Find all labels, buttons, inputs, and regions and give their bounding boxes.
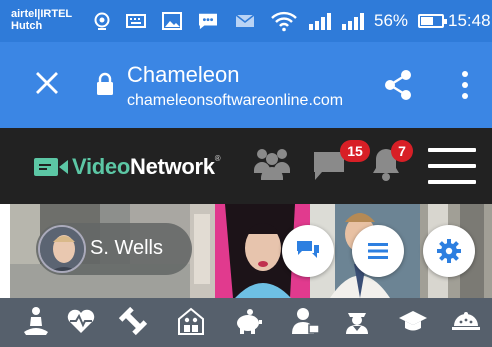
site-header: VideoNetwork® xyxy=(0,128,492,204)
carrier-line-1: airtel|IRTEL xyxy=(11,8,73,20)
battery-level-fill xyxy=(421,17,434,25)
settings-button[interactable] xyxy=(423,225,475,277)
close-icon[interactable] xyxy=(34,70,60,96)
user-avatar[interactable] xyxy=(38,225,86,273)
logo-text-video: Video xyxy=(72,154,131,179)
chat-button[interactable] xyxy=(282,225,334,277)
user-name: S. Wells xyxy=(90,237,163,259)
lock-icon xyxy=(97,72,113,95)
chat-icon xyxy=(199,13,217,30)
wifi-icon xyxy=(271,11,297,32)
battery-icon xyxy=(418,14,447,28)
people-icon[interactable] xyxy=(254,146,290,180)
hamburger-line xyxy=(428,164,476,168)
list-menu-button[interactable] xyxy=(352,225,404,277)
signal-1-icon xyxy=(309,13,331,30)
mail-icon xyxy=(235,14,255,27)
share-icon[interactable] xyxy=(383,69,413,101)
notifications-badge: 7 xyxy=(391,140,413,162)
chat-bubbles-icon xyxy=(297,241,319,258)
browser-toolbar: Chameleon chameleonsoftwareonline.com xyxy=(0,42,492,128)
gear-icon xyxy=(437,239,461,263)
more-options-icon[interactable] xyxy=(455,70,475,100)
keyboard-icon xyxy=(126,14,146,28)
hotspot-icon xyxy=(94,12,110,30)
battery-percent: 56% xyxy=(374,11,409,30)
dumbbell-icon[interactable] xyxy=(118,306,148,336)
food-platter-icon[interactable] xyxy=(451,306,481,336)
video-camera-logo-icon xyxy=(34,158,68,176)
logo-trademark: ® xyxy=(214,154,221,163)
page-url-text: chameleonsoftwareonline.com xyxy=(127,92,344,109)
status-bar: airtel|IRTEL Hutch 56% 15:48 xyxy=(0,0,492,42)
page-url[interactable]: chameleonsoftwareonline.com xyxy=(127,92,357,110)
hamburger-line xyxy=(428,148,476,152)
officer-icon[interactable] xyxy=(342,306,372,336)
business-user-icon[interactable] xyxy=(290,306,320,336)
carrier-label: airtel|IRTEL Hutch xyxy=(11,8,72,32)
messages-badge: 15 xyxy=(340,140,370,162)
hamburger-menu-icon[interactable] xyxy=(428,148,476,184)
gallery-icon xyxy=(162,12,182,30)
meditation-icon[interactable] xyxy=(21,306,51,336)
list-icon xyxy=(368,243,388,259)
heart-pulse-icon[interactable] xyxy=(66,306,96,336)
signal-2-icon xyxy=(342,13,364,30)
site-logo[interactable]: VideoNetwork® xyxy=(33,154,221,180)
family-home-icon[interactable] xyxy=(176,306,206,336)
piggy-bank-icon[interactable] xyxy=(233,306,263,336)
page-title: Chameleon xyxy=(127,62,240,87)
logo-text: VideoNetwork® xyxy=(72,154,221,180)
logo-text-network: Network xyxy=(130,154,215,179)
hamburger-line xyxy=(428,180,476,184)
carrier-line-2: Hutch xyxy=(11,20,43,32)
clock: 15:48 xyxy=(448,11,491,30)
graduation-cap-icon[interactable] xyxy=(398,306,428,336)
banner-photo-strip xyxy=(190,204,215,298)
